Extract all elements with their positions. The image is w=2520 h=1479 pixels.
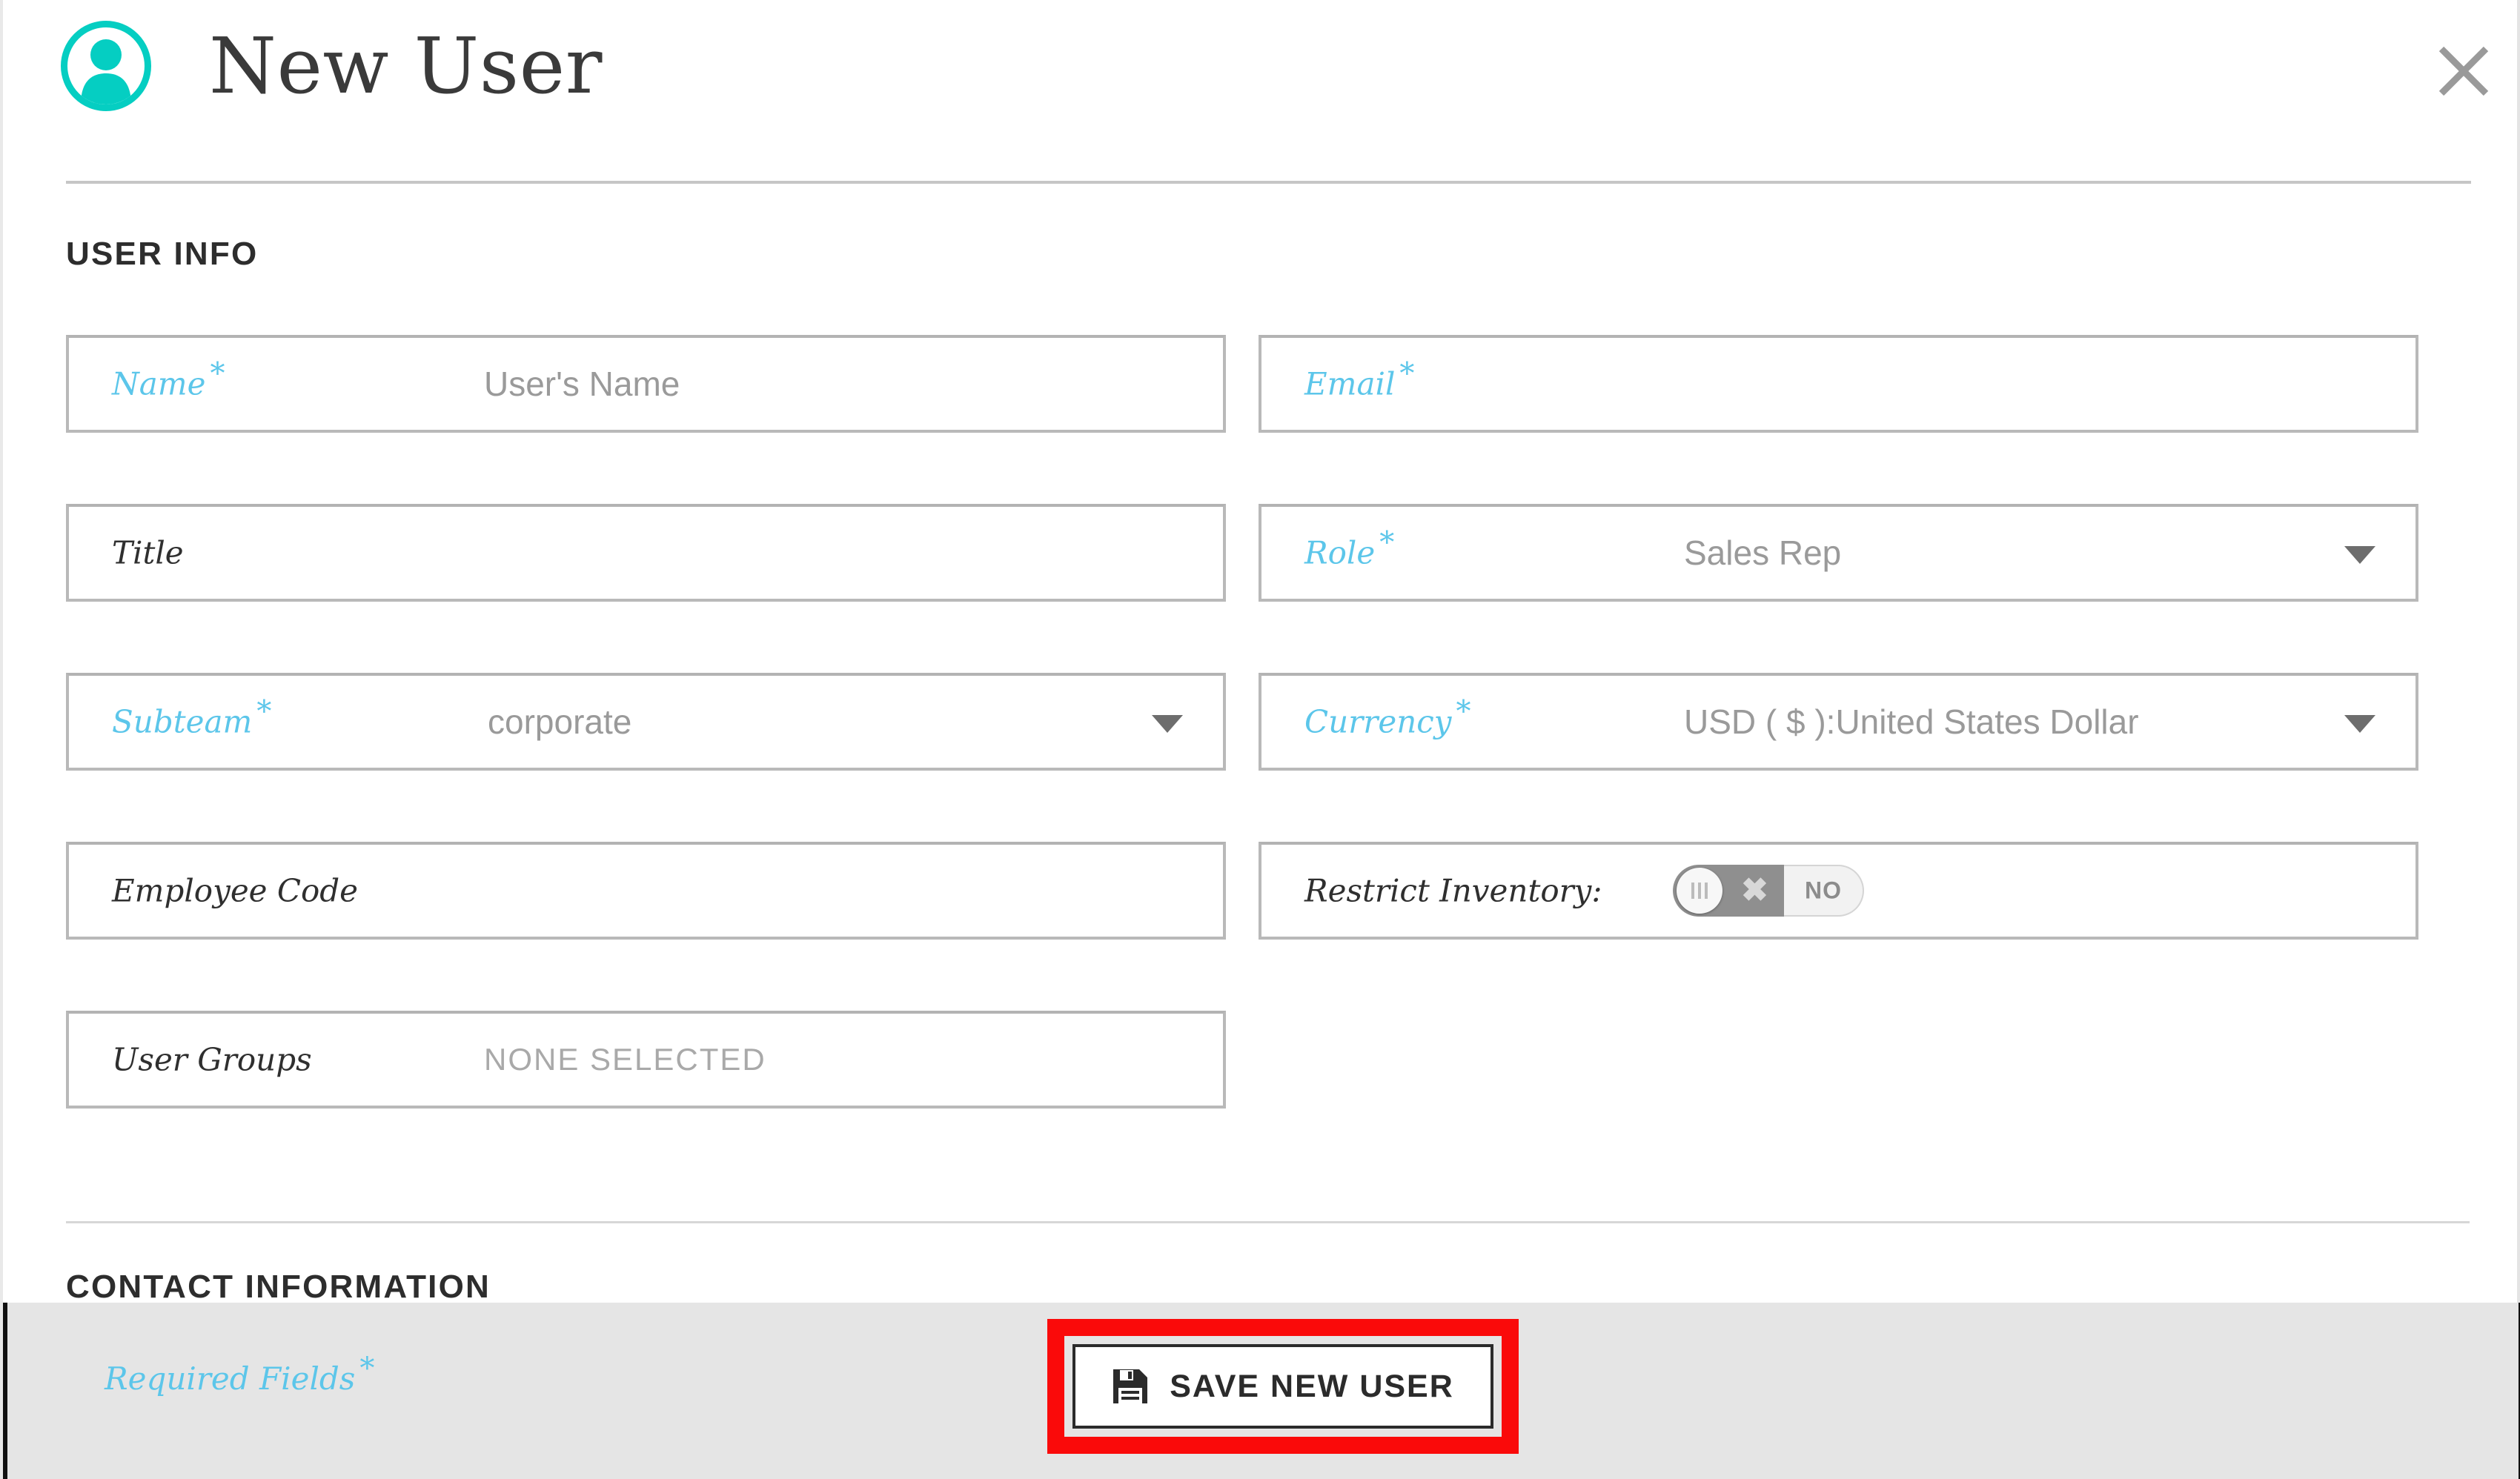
field-label-email: Email * [1304, 356, 1415, 402]
field-placeholder-name: User's Name [484, 365, 680, 403]
field-label-name: Name * [112, 356, 225, 402]
field-label-employee-code: Employee Code [112, 872, 359, 909]
field-value-role: Sales Rep [1684, 534, 1842, 572]
header-divider [66, 181, 2471, 184]
field-employee-code[interactable]: Employee Code [66, 842, 1226, 940]
field-value-subteam: corporate [488, 702, 632, 741]
page-title: New User [209, 21, 603, 111]
field-label-subteam: Subteam * [112, 694, 272, 740]
field-placeholder-user-groups: NONE SELECTED [484, 1042, 766, 1077]
annotation-highlight-box [1047, 1319, 1519, 1454]
restrict-inventory-toggle[interactable]: ✖ NO [1673, 865, 1864, 917]
field-label-title: Title [112, 534, 184, 571]
user-avatar-icon [61, 21, 151, 111]
field-label-user-groups: User Groups [112, 1041, 312, 1078]
close-x-icon: ✖ [1741, 872, 1768, 908]
field-label-role: Role * [1304, 525, 1395, 571]
required-asterisk: * [1379, 525, 1395, 560]
field-restrict-inventory: Restrict Inventory: ✖ NO [1259, 842, 2418, 940]
chevron-down-icon[interactable] [2344, 715, 2375, 733]
required-asterisk: * [1399, 356, 1415, 391]
field-title[interactable]: Title [66, 504, 1226, 602]
chevron-down-icon[interactable] [2344, 546, 2375, 564]
field-name[interactable]: Name * User's Name [66, 335, 1226, 433]
grip-lines-icon [1691, 883, 1708, 899]
field-role[interactable]: Role * Sales Rep [1259, 504, 2418, 602]
section-heading-contact-information: CONTACT INFORMATION [66, 1269, 491, 1305]
modal-header: New User [3, 0, 2520, 184]
field-label-restrict-inventory: Restrict Inventory: [1304, 872, 1602, 909]
section-heading-user-info: USER INFO [66, 236, 259, 272]
toggle-state-label: NO [1805, 877, 1842, 904]
field-value-currency: USD ( $ ):United States Dollar [1684, 702, 2139, 741]
required-asterisk: * [1456, 694, 1471, 729]
required-asterisk: * [359, 1352, 375, 1386]
toggle-knob[interactable] [1677, 868, 1722, 914]
field-label-currency: Currency * [1304, 694, 1471, 740]
close-icon[interactable] [2428, 36, 2499, 107]
field-user-groups[interactable]: User Groups NONE SELECTED [66, 1011, 1226, 1109]
new-user-modal: New User USER INFO Name * User's Name Ema… [0, 0, 2520, 1479]
chevron-down-icon[interactable] [1152, 715, 1183, 733]
required-asterisk: * [210, 356, 225, 391]
required-asterisk: * [256, 694, 272, 729]
field-email[interactable]: Email * [1259, 335, 2418, 433]
required-fields-note: Required Fields * [105, 1352, 375, 1397]
field-currency[interactable]: Currency * USD ( $ ):United States Dollar [1259, 673, 2418, 771]
field-subteam[interactable]: Subteam * corporate [66, 673, 1226, 771]
section-divider [66, 1221, 2470, 1223]
